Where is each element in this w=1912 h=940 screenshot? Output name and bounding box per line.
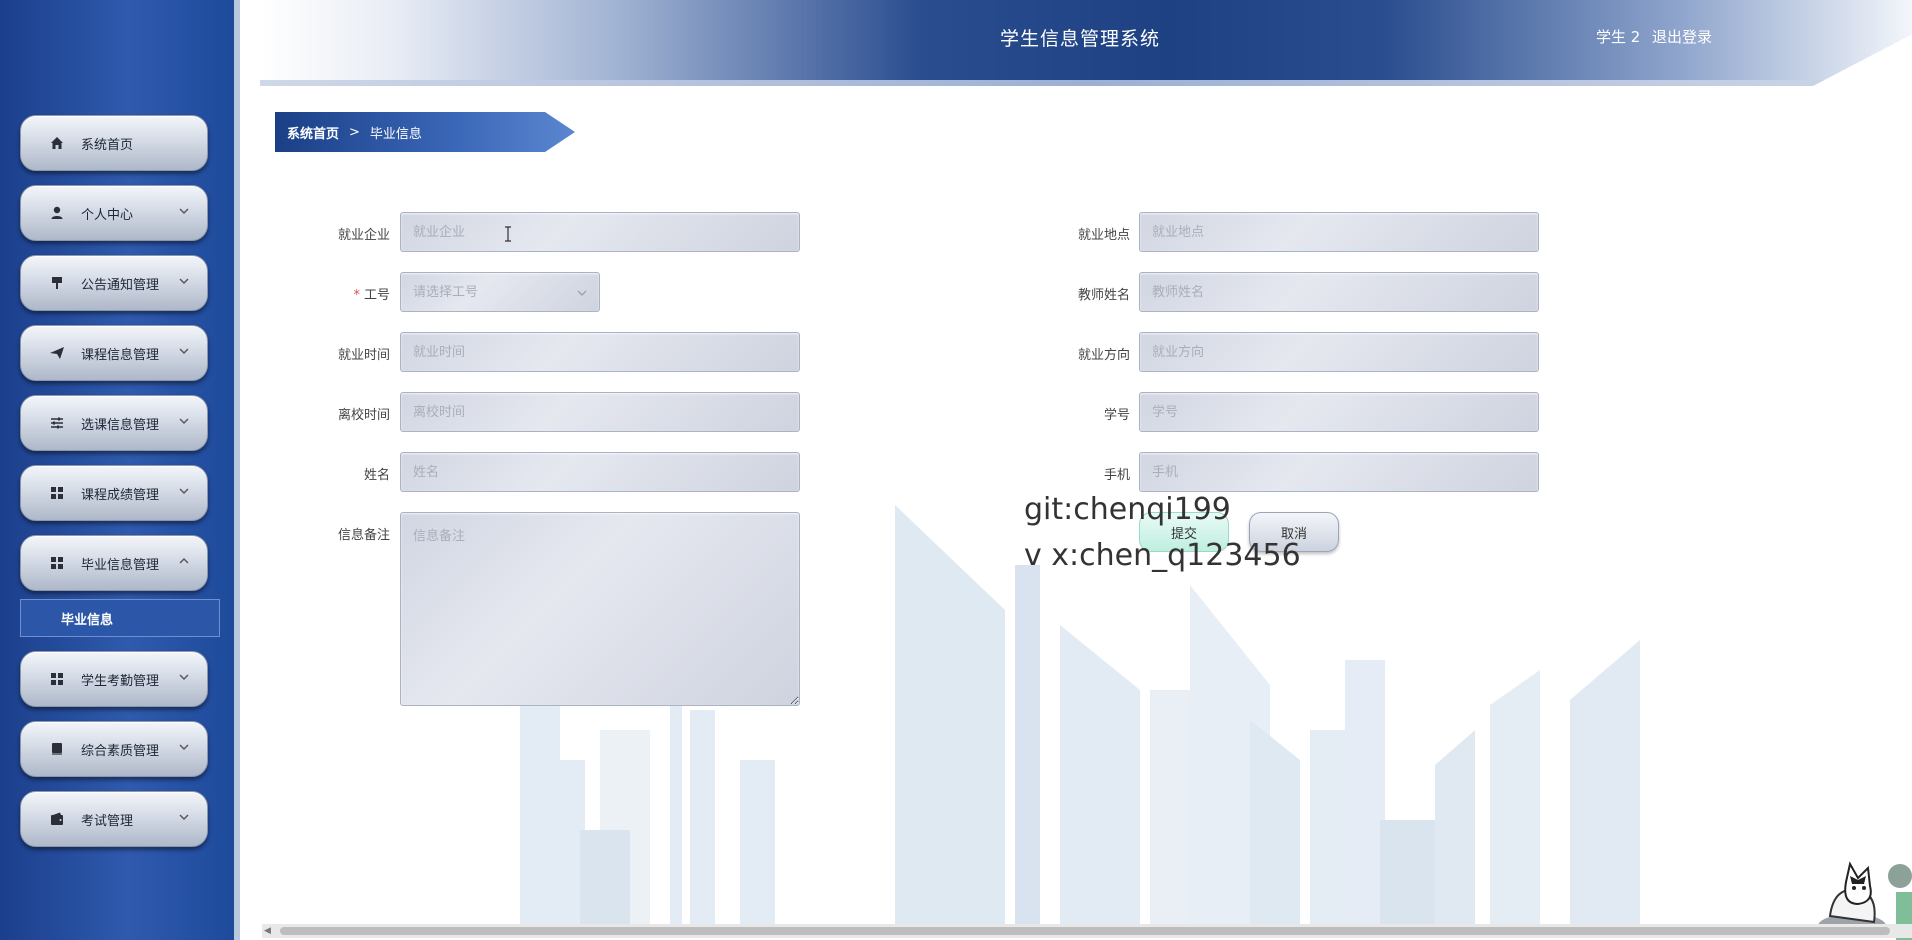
required-mark: * xyxy=(353,288,360,303)
staff-id-select[interactable] xyxy=(400,272,600,312)
work-location-label: 就业地点 xyxy=(1077,228,1130,243)
home-icon xyxy=(51,137,63,149)
app-title: 学生信息管理系统 xyxy=(1000,28,1161,50)
scroll-left-icon[interactable]: ◀ xyxy=(264,926,271,936)
teacher-name-label: 教师姓名 xyxy=(1077,288,1130,303)
leave-time-input[interactable] xyxy=(400,392,800,432)
sidebar: 系统首页 个人中心 公告通知管理 课程信息管理 选课信息管理 课程成绩管理 毕业… xyxy=(0,0,240,940)
breadcrumb-home[interactable]: 系统首页 xyxy=(287,123,339,142)
top-header: 学生信息管理系统 学生 2 退出登录 xyxy=(260,0,1912,86)
chevron-up-icon xyxy=(179,558,189,564)
horizontal-scrollbar[interactable]: ◀ xyxy=(262,924,1912,938)
text-cursor-icon xyxy=(505,226,511,242)
remarks-textarea[interactable] xyxy=(400,512,800,706)
chevron-down-icon xyxy=(179,674,189,680)
grid-icon xyxy=(51,673,63,685)
phone-label: 手机 xyxy=(1103,468,1130,483)
sidebar-item-course-info[interactable]: 课程信息管理 xyxy=(20,325,208,381)
staff-id-label: * 工号 xyxy=(353,288,390,303)
breadcrumb: 系统首页 > 毕业信息 xyxy=(275,112,575,152)
sidebar-item-label: 选课信息管理 xyxy=(81,418,160,433)
sidebar-item-label: 考试管理 xyxy=(81,814,134,829)
employer-label: 就业企业 xyxy=(337,228,390,243)
app-root: 系统首页 个人中心 公告通知管理 课程信息管理 选课信息管理 课程成绩管理 毕业… xyxy=(0,0,1912,940)
send-icon xyxy=(50,347,64,359)
sidebar-item-course-grades[interactable]: 课程成绩管理 xyxy=(20,465,208,521)
sidebar-menu: 系统首页 个人中心 公告通知管理 课程信息管理 选课信息管理 课程成绩管理 毕业… xyxy=(20,115,220,861)
student-id-input[interactable] xyxy=(1139,392,1539,432)
sidebar-item-personal-center[interactable]: 个人中心 xyxy=(20,185,208,241)
sidebar-item-label: 学生考勤管理 xyxy=(81,674,160,689)
chevron-down-icon xyxy=(179,488,189,494)
wallet-icon xyxy=(51,812,63,825)
name-input[interactable] xyxy=(400,452,800,492)
user-icon xyxy=(51,206,63,219)
chevron-down-icon xyxy=(179,418,189,424)
overlay-text-git: git:chenqi199 xyxy=(1024,492,1231,527)
sidebar-item-quality[interactable]: 综合素质管理 xyxy=(20,721,208,777)
sidebar-item-attendance[interactable]: 学生考勤管理 xyxy=(20,651,208,707)
career-direction-input[interactable] xyxy=(1139,332,1539,372)
chevron-down-icon xyxy=(179,744,189,750)
sidebar-item-graduation[interactable]: 毕业信息管理 xyxy=(20,535,208,591)
scrollbar-thumb[interactable] xyxy=(280,927,1890,935)
work-location-input[interactable] xyxy=(1139,212,1539,252)
current-user: 学生 2 xyxy=(1596,28,1641,46)
overlay-text-wechat: v x:chen_q123456 xyxy=(1024,538,1301,573)
sidebar-item-exam[interactable]: 考试管理 xyxy=(20,791,208,847)
student-id-label: 学号 xyxy=(1103,408,1130,423)
sidebar-item-label: 公告通知管理 xyxy=(81,278,160,293)
employment-time-input[interactable] xyxy=(400,332,800,372)
sidebar-item-home[interactable]: 系统首页 xyxy=(20,115,208,171)
chevron-down-icon xyxy=(577,290,587,296)
chevron-down-icon xyxy=(179,208,189,214)
remarks-label: 信息备注 xyxy=(337,528,390,543)
logout-link[interactable]: 退出登录 xyxy=(1652,26,1712,47)
sliders-icon xyxy=(51,417,63,429)
sidebar-item-label: 系统首页 xyxy=(81,138,134,153)
employment-time-label: 就业时间 xyxy=(337,348,390,363)
phone-input[interactable] xyxy=(1139,452,1539,492)
chevron-down-icon xyxy=(179,278,189,284)
book-icon xyxy=(52,743,62,755)
sidebar-item-label: 课程成绩管理 xyxy=(81,488,160,503)
leave-time-label: 离校时间 xyxy=(337,408,390,423)
career-direction-label: 就业方向 xyxy=(1077,348,1130,363)
sidebar-item-label: 个人中心 xyxy=(81,208,134,223)
submenu-item-graduation-info[interactable]: 毕业信息 xyxy=(20,599,220,637)
chevron-down-icon xyxy=(179,348,189,354)
grid-icon xyxy=(51,487,63,499)
breadcrumb-separator: > xyxy=(349,124,360,140)
chevron-down-icon xyxy=(179,814,189,820)
breadcrumb-current: 毕业信息 xyxy=(369,126,422,142)
sidebar-item-label: 课程信息管理 xyxy=(81,348,160,363)
sidebar-item-label: 综合素质管理 xyxy=(81,744,160,759)
sidebar-item-label: 毕业信息管理 xyxy=(81,558,160,573)
employer-input[interactable] xyxy=(400,212,800,252)
notice-icon xyxy=(52,277,62,289)
sidebar-item-course-selection[interactable]: 选课信息管理 xyxy=(20,395,208,451)
sidebar-item-notice[interactable]: 公告通知管理 xyxy=(20,255,208,311)
teacher-name-input[interactable] xyxy=(1139,272,1539,312)
name-label: 姓名 xyxy=(363,468,390,483)
grid-icon xyxy=(51,557,63,569)
